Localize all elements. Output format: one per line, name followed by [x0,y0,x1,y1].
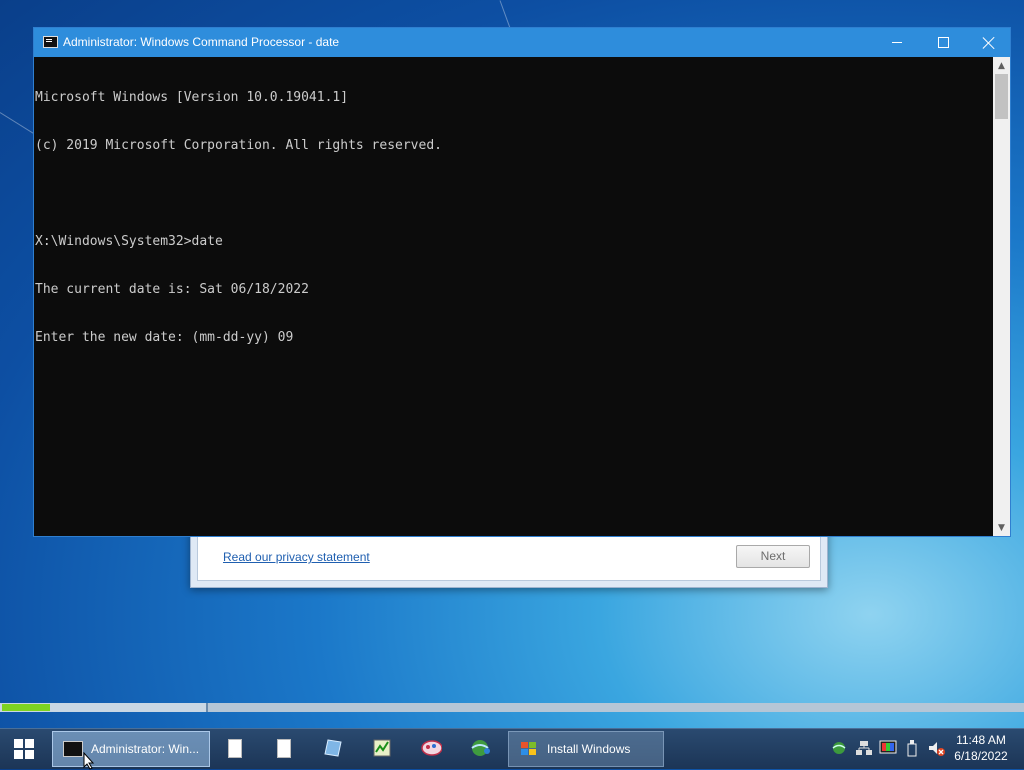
task-manager-icon [373,739,391,757]
command-prompt-window: Administrator: Windows Command Processor… [33,27,1011,537]
maximize-button[interactable] [920,28,966,57]
tray-ethernet-icon[interactable] [855,739,873,757]
windows-logo-icon [14,739,34,759]
console-line: X:\Windows\System32>date [35,234,223,249]
clock-date: 6/18/2022 [954,749,1008,763]
close-icon [983,37,995,49]
console-output[interactable]: Microsoft Windows [Version 10.0.19041.1]… [34,57,994,536]
progress-fill [2,704,50,711]
tray-display-icon[interactable] [879,739,897,757]
window-title: Administrator: Windows Command Processor… [63,35,340,49]
privacy-statement-link[interactable]: Read our privacy statement [223,550,370,564]
taskbar: Administrator: Win... Install Windows 11… [0,728,1024,769]
windows-flag-icon [521,742,536,755]
taskbar-item-command-prompt[interactable]: Administrator: Win... [52,731,210,767]
next-button[interactable]: Next [736,545,810,568]
start-button[interactable] [0,729,48,769]
taskbar-item-label: Install Windows [547,742,631,756]
scrollbar-thumb[interactable] [995,74,1008,119]
cmd-icon [43,36,58,48]
color-display-icon [879,740,897,754]
tray-usb-icon[interactable] [903,739,921,757]
taskbar-item-label: Administrator: Win... [91,742,200,756]
setup-progress-track [0,703,1024,712]
usb-drive-icon [907,740,917,757]
close-button[interactable] [966,28,1012,57]
document-icon [277,738,291,758]
network-globe-icon [832,742,846,754]
document-icon [228,738,242,758]
scroll-up-arrow-icon[interactable]: ▲ [993,57,1010,74]
console-line: Enter the new date: (mm-dd-yy) 09 [35,330,294,345]
tray-volume-icon[interactable] [927,739,945,757]
taskbar-pin-file[interactable] [273,737,295,759]
mouse-pointer-icon [83,752,95,770]
globe-network-icon [471,740,490,756]
wired-network-icon [856,741,872,755]
taskbar-pin-notepad[interactable] [322,737,344,759]
taskbar-pin-file[interactable] [224,737,246,759]
minimize-icon [892,42,902,43]
taskbar-pin-task-manager[interactable] [371,737,393,759]
taskbar-pin-network[interactable] [469,737,491,759]
minimize-button[interactable] [874,28,920,57]
console-line: (c) 2019 Microsoft Corporation. All righ… [35,138,442,153]
console-line: The current date is: Sat 06/18/2022 [35,282,309,297]
progress-segment [0,703,208,712]
taskbar-pin-paint[interactable] [420,737,442,759]
clock-time: 11:48 AM [956,733,1006,747]
tray-network-icon[interactable] [831,739,849,757]
taskbar-item-install-windows[interactable]: Install Windows [508,731,664,767]
cmd-icon [63,741,83,757]
scroll-down-arrow-icon[interactable]: ▼ [993,519,1010,536]
volume-muted-icon [929,742,945,756]
maximize-icon [937,37,949,48]
notepad-icon [324,739,342,757]
window-titlebar[interactable]: Administrator: Windows Command Processor… [34,28,1010,57]
paint-icon [421,740,442,756]
console-line: Microsoft Windows [Version 10.0.19041.1] [35,90,349,105]
system-clock[interactable]: 11:48 AM 6/18/2022 [946,732,1016,764]
vertical-scrollbar[interactable]: ▲ ▼ [993,57,1010,536]
